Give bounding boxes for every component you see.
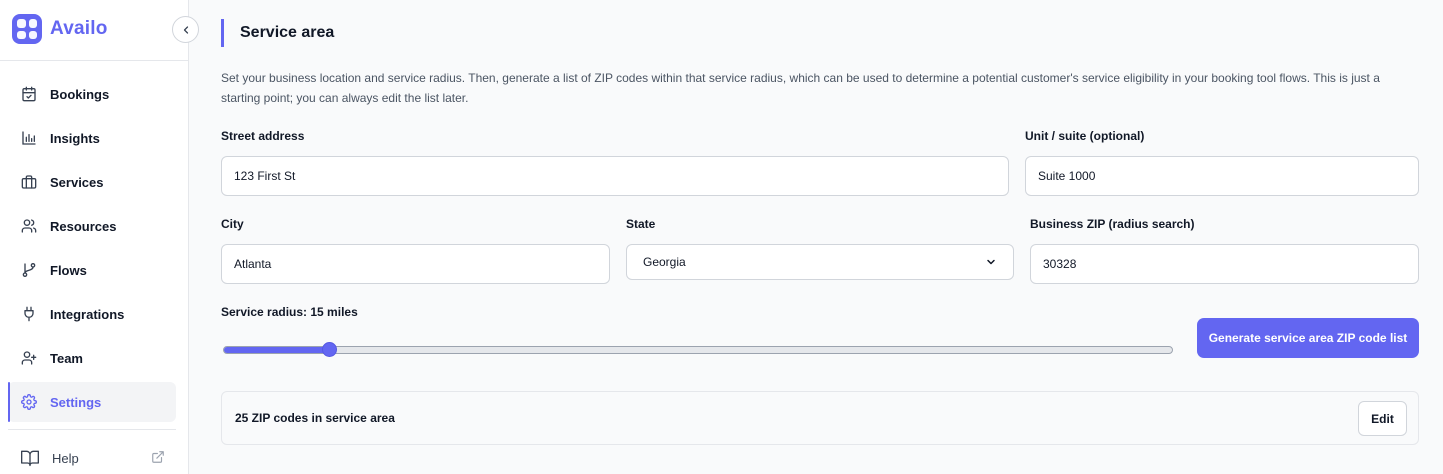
sidebar-item-label: Flows — [50, 262, 87, 278]
book-open-icon — [21, 450, 39, 467]
sidebar-item-label: Resources — [50, 218, 117, 234]
sidebar-item-team[interactable]: Team — [8, 338, 176, 378]
sidebar-item-label: Integrations — [50, 306, 125, 322]
sidebar-item-label: Settings — [50, 394, 102, 410]
city-input[interactable] — [221, 244, 610, 284]
sidebar-divider — [8, 429, 176, 430]
collapse-sidebar-button[interactable] — [172, 16, 199, 43]
state-select-value: Georgia — [643, 255, 686, 269]
brand[interactable]: Availo — [12, 14, 108, 44]
sidebar: Availo Bookings Insights Services Resour… — [0, 0, 189, 474]
chevron-left-icon — [183, 25, 188, 34]
user-plus-icon — [21, 351, 37, 365]
git-branch-icon — [22, 263, 36, 277]
unit-suite-label: Unit / suite (optional) — [1025, 129, 1145, 143]
bar-chart-icon — [22, 131, 36, 145]
chevron-down-icon — [987, 259, 995, 265]
sidebar-item-label: Insights — [50, 130, 100, 146]
sidebar-item-settings[interactable]: Settings — [8, 382, 176, 422]
briefcase-icon — [21, 175, 37, 189]
sidebar-item-insights[interactable]: Insights — [8, 118, 176, 158]
sidebar-item-flows[interactable]: Flows — [8, 250, 176, 290]
sidebar-item-label: Services — [50, 174, 104, 190]
state-label: State — [626, 217, 656, 231]
page-title: Service area — [221, 19, 334, 47]
sidebar-nav: Bookings Insights Services Resources Flo… — [8, 74, 176, 426]
availo-logo-icon — [12, 14, 42, 44]
zip-summary-card: 25 ZIP codes in service area Edit — [221, 391, 1419, 445]
external-link-icon — [152, 451, 164, 463]
sidebar-divider — [0, 60, 188, 61]
slider-fill — [224, 347, 331, 353]
generate-zip-list-button[interactable]: Generate service area ZIP code list — [1197, 318, 1419, 358]
sidebar-item-resources[interactable]: Resources — [8, 206, 176, 246]
state-select[interactable]: Georgia — [626, 244, 1014, 280]
sidebar-item-integrations[interactable]: Integrations — [8, 294, 176, 334]
page-description: Set your business location and service r… — [221, 71, 1380, 105]
unit-suite-input[interactable] — [1025, 156, 1419, 196]
calendar-check-icon — [22, 86, 36, 102]
edit-zip-list-button[interactable]: Edit — [1358, 401, 1407, 436]
gear-icon — [21, 394, 37, 410]
street-address-input[interactable] — [221, 156, 1009, 196]
help-link[interactable]: Help — [20, 446, 165, 470]
business-zip-label: Business ZIP (radius search) — [1030, 217, 1195, 231]
slider-thumb[interactable] — [321, 342, 337, 357]
service-radius-label: Service radius: 15 miles — [221, 305, 358, 319]
brand-name: Availo — [50, 18, 108, 39]
sidebar-item-bookings[interactable]: Bookings — [8, 74, 176, 114]
help-label: Help — [52, 450, 79, 466]
sidebar-item-label: Bookings — [50, 86, 110, 102]
street-address-label: Street address — [221, 129, 305, 143]
plug-icon — [24, 306, 34, 322]
service-radius-slider[interactable] — [223, 346, 1173, 354]
sidebar-item-label: Team — [50, 350, 83, 366]
users-icon — [21, 219, 37, 233]
sidebar-item-services[interactable]: Services — [8, 162, 176, 202]
zip-count-text: 25 ZIP codes in service area — [235, 411, 395, 425]
business-zip-input[interactable] — [1030, 244, 1419, 284]
city-label: City — [221, 217, 244, 231]
